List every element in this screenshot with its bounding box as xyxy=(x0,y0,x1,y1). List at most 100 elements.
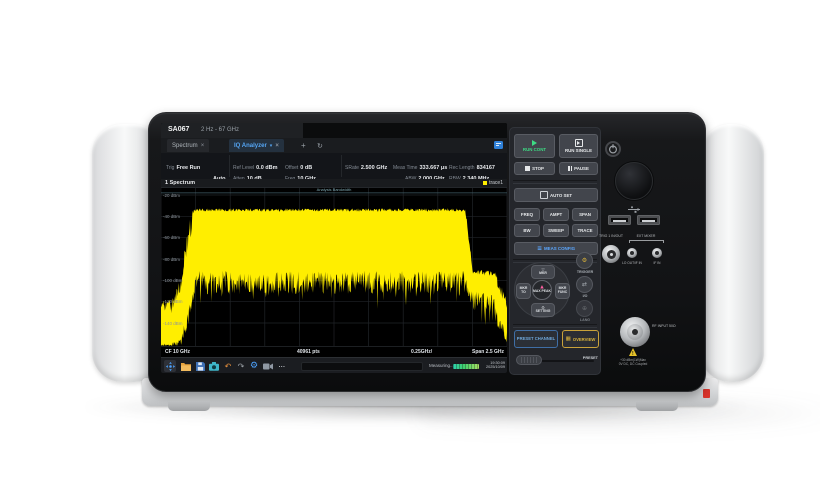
mkr-func-button[interactable]: MKR FUNC xyxy=(555,283,570,299)
touch-icon xyxy=(166,362,175,371)
preset-channel-button[interactable]: PRESET CHANNEL xyxy=(514,330,558,348)
setting-trig[interactable]: TrigFree Run xyxy=(166,156,200,174)
if-in-label: IF IN xyxy=(648,261,666,265)
trace-color-swatch xyxy=(483,181,487,185)
close-icon[interactable]: × xyxy=(201,143,205,149)
setting-button[interactable]: ⚙ SETTING xyxy=(531,303,555,317)
clock: 19:30:09 2025/10/09 xyxy=(479,361,505,370)
y-axis-label: -80 dBm xyxy=(163,257,180,262)
record-icon[interactable] xyxy=(263,361,273,371)
undo-icon[interactable]: ↶ xyxy=(223,361,233,371)
status-text: Measuring... xyxy=(429,363,454,368)
marker-pad: ▽ MKR MKR TO MKR FUNC ⚙ SETTING ▲ MAX PE… xyxy=(514,262,570,318)
restore-tab-icon[interactable]: ↻ xyxy=(317,142,323,150)
span-value[interactable]: Span 2.5 GHz xyxy=(472,349,504,355)
progress-bar xyxy=(453,364,479,369)
rf-input-connector xyxy=(620,317,650,347)
right-handle xyxy=(700,124,764,382)
preset-slider-label: PRESET xyxy=(566,356,598,360)
save-icon[interactable] xyxy=(195,361,205,371)
pause-button[interactable]: PAUSE xyxy=(559,162,598,175)
command-field[interactable] xyxy=(301,362,423,371)
y-axis-label: -20 dBm xyxy=(163,193,180,198)
trace-button[interactable]: TRACE xyxy=(572,224,598,237)
divider xyxy=(229,155,230,177)
trigger-icon: ⚙ xyxy=(582,257,587,264)
taskbar: ↶ ↷ ⚙ ... Measuring... 19:30:09 2025/10/… xyxy=(161,357,507,373)
more-button[interactable]: ... xyxy=(277,361,287,371)
tab-spectrum[interactable]: Spectrum × xyxy=(167,139,209,152)
analysis-bandwidth-label: Analysis Bandwidth xyxy=(281,187,387,192)
sweep-button[interactable]: SWEEP xyxy=(543,224,569,237)
warning-icon: ! xyxy=(629,348,637,356)
touch-mode-button[interactable] xyxy=(164,360,176,372)
red-indicator xyxy=(703,389,710,398)
usb-icon xyxy=(628,206,641,213)
title-bar: SA067 2 Hz - 67 GHz xyxy=(161,123,507,138)
y-axis-label: -140 dBm xyxy=(163,321,183,326)
mkr-to-button[interactable]: MKR TO xyxy=(516,283,531,299)
y-axis-label: -40 dBm xyxy=(163,214,180,219)
rf-input-label: RF INPUT 50Ω xyxy=(652,324,678,328)
overview-button[interactable]: ▦ OVERVIEW xyxy=(562,330,599,348)
io-button[interactable]: ⇄ xyxy=(576,276,593,293)
right-foot xyxy=(636,402,678,411)
add-tab-button[interactable]: + xyxy=(301,141,306,150)
preset-slider-knob[interactable] xyxy=(516,355,542,365)
trace-legend[interactable]: trace1 xyxy=(483,180,503,186)
divider xyxy=(513,324,597,328)
power-button[interactable] xyxy=(605,141,621,157)
auto-set-button[interactable]: AUTO SET xyxy=(514,188,598,202)
center-frequency[interactable]: CF 10 GHz xyxy=(165,349,190,355)
divider xyxy=(513,180,597,184)
mkr-button[interactable]: ▽ MKR xyxy=(531,265,555,279)
close-icon[interactable]: × xyxy=(275,143,279,149)
y-axis-label: -60 dBm xyxy=(163,235,180,240)
chevron-down-icon[interactable]: ▾ xyxy=(270,143,273,149)
softkey-panel: RUN CONT RUN SINGLE STOP PAUSE AUTO SET … xyxy=(509,127,601,375)
single-run-icon xyxy=(577,141,580,145)
tab-spectrum-label: Spectrum xyxy=(172,143,198,149)
screenshot-icon[interactable] xyxy=(209,361,219,371)
warning-text: +30 dBm(1W)Max 0V DC, DC Coupled xyxy=(608,358,658,366)
stop-button[interactable]: STOP xyxy=(514,162,555,175)
y-axis-label: -100 dBm xyxy=(163,278,183,283)
lang-icon: ⊕ xyxy=(582,305,587,312)
trigger-label: TRIGGER xyxy=(570,270,600,274)
bw-button[interactable]: BW xyxy=(514,224,540,237)
frequency-range: 2 Hz - 67 GHz xyxy=(201,127,239,133)
ext-mixer-bracket xyxy=(629,240,664,243)
tab-iq-label: IQ Analyzer xyxy=(234,143,267,149)
overview-icon: ▦ xyxy=(566,336,571,342)
left-foot xyxy=(168,402,210,411)
rotary-knob[interactable] xyxy=(615,162,653,200)
tab-iq-analyzer[interactable]: IQ Analyzer ▾ × xyxy=(229,139,284,152)
usb-port xyxy=(637,215,660,225)
stop-icon xyxy=(525,166,530,171)
front-panel: SA067 2 Hz - 67 GHz Spectrum × IQ Analyz… xyxy=(148,112,706,392)
product-photo: SA067 2 Hz - 67 GHz Spectrum × IQ Analyz… xyxy=(0,0,820,500)
model-name: SA067 xyxy=(168,126,189,133)
max-peak-button[interactable]: ▲ MAX PEAK xyxy=(532,280,552,300)
io-icon: ⇄ xyxy=(582,281,587,288)
run-cont-button[interactable]: RUN CONT xyxy=(514,134,555,158)
ext-mixer-label: EXT MIXER xyxy=(630,234,662,238)
ampt-button[interactable]: AMPT xyxy=(543,208,569,221)
freq-button[interactable]: FREQ xyxy=(514,208,540,221)
screen-keyboard-icon[interactable] xyxy=(494,141,503,149)
span-button[interactable]: SPAN xyxy=(572,208,598,221)
lang-button[interactable]: ⊕ xyxy=(576,300,593,317)
display-screen: SA067 2 Hz - 67 GHz Spectrum × IQ Analyz… xyxy=(161,123,507,373)
trigger-button[interactable]: ⚙ xyxy=(576,252,593,269)
setting-srate[interactable]: SRate2.500 GHz xyxy=(345,156,387,174)
open-folder-icon[interactable] xyxy=(181,361,191,371)
y-axis-label: -120 dBm xyxy=(163,299,183,304)
redo-icon[interactable]: ↷ xyxy=(236,361,246,371)
lo-out-label: LO OUT/IF IN xyxy=(618,261,646,265)
settings-gear-icon[interactable]: ⚙ xyxy=(249,361,259,371)
run-single-button[interactable]: RUN SINGLE xyxy=(559,134,598,158)
auto-set-icon xyxy=(540,191,548,199)
play-icon xyxy=(532,140,537,146)
usb-port xyxy=(608,215,631,225)
spectrum-plot[interactable]: -20 dBm -40 dBm -60 dBm -80 dBm -100 dBm… xyxy=(161,188,507,346)
